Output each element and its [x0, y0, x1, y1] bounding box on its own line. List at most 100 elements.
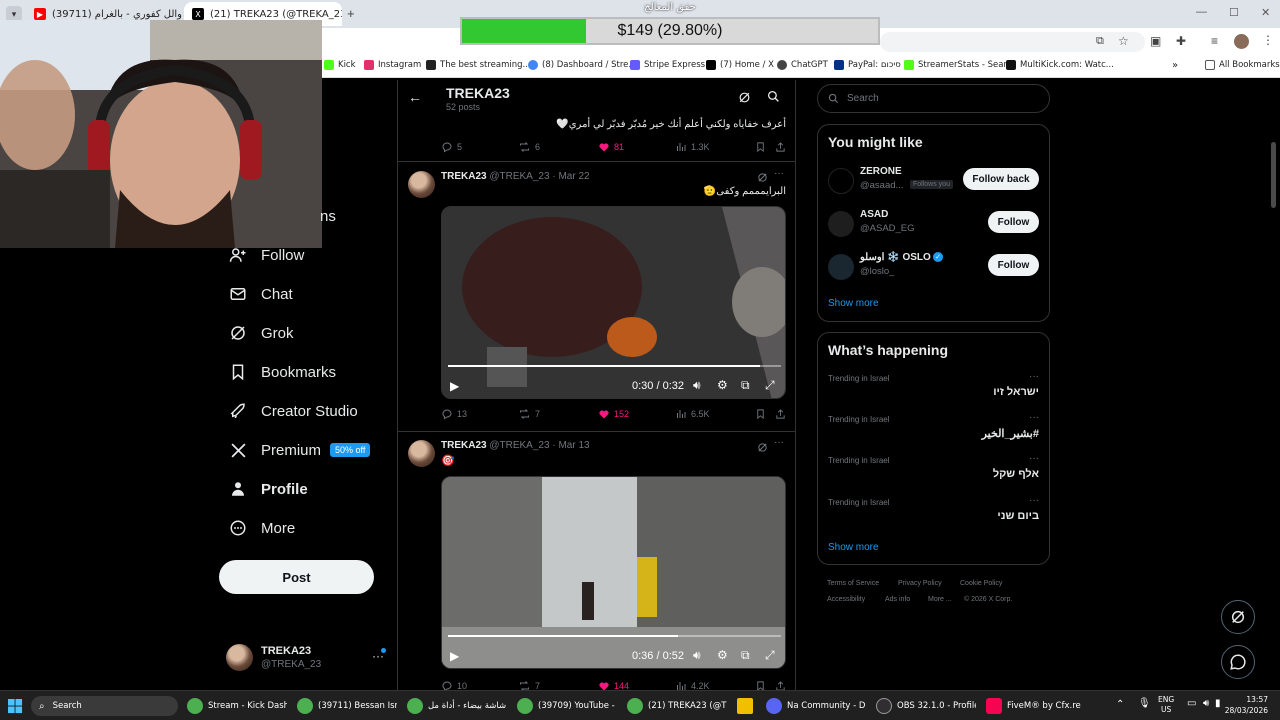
bookmarks-overflow-icon[interactable]: »: [1172, 60, 1178, 71]
language-indicator[interactable]: ENG US: [1158, 695, 1174, 715]
avatar[interactable]: [1234, 34, 1249, 49]
follow-back-button[interactable]: Follow back: [963, 168, 1039, 190]
start-button[interactable]: [8, 696, 23, 716]
more-dots-icon[interactable]: ···: [1029, 453, 1039, 464]
tweet-video[interactable]: ▶ 0:30 / 0:32 🔊︎ ⚙ ⧉ ⤢: [441, 206, 786, 399]
reply-button[interactable]: 5: [441, 141, 462, 153]
repost-button[interactable]: 7: [518, 408, 540, 420]
microphone-icon[interactable]: 🎙︎: [1138, 698, 1151, 709]
like-button[interactable]: 81: [598, 141, 624, 153]
extensions-icon[interactable]: ✚: [1176, 34, 1186, 48]
more-dots-icon[interactable]: ···: [1029, 371, 1039, 382]
avatar[interactable]: [408, 171, 435, 198]
taskbar-app[interactable]: FiveM® by Cfx.re: [986, 696, 1086, 716]
video-progress-bar[interactable]: [448, 635, 781, 637]
reply-button[interactable]: 10: [441, 680, 467, 690]
bookmark-item[interactable]: ChatGPT: [777, 60, 828, 70]
volume-icon[interactable]: 🔊︎: [693, 378, 701, 393]
more-dots-icon[interactable]: ···: [1029, 495, 1039, 506]
footer-link[interactable]: Privacy Policy: [898, 580, 942, 587]
nav-item-partial[interactable]: ns: [320, 208, 336, 225]
bookmark-button[interactable]: [755, 680, 770, 690]
minimize-icon[interactable]: —: [1196, 6, 1207, 18]
taskbar-app[interactable]: [737, 696, 757, 716]
sidepanel-icon[interactable]: ▣: [1150, 34, 1161, 48]
account-switcher[interactable]: TREKA23 @TREKA_23 ···: [226, 644, 386, 674]
footer-link[interactable]: Ads info: [885, 596, 910, 603]
bookmark-item[interactable]: The best streaming...: [426, 60, 531, 70]
back-arrow-icon[interactable]: ←: [408, 89, 422, 105]
tab-list-icon[interactable]: ≡: [1211, 34, 1218, 48]
bookmark-item[interactable]: Stripe Express: [630, 60, 705, 70]
search-icon[interactable]: [767, 90, 780, 108]
all-bookmarks[interactable]: All Bookmarks: [1205, 60, 1280, 70]
bookmark-item[interactable]: Kick: [324, 60, 356, 70]
post-button[interactable]: Post: [219, 560, 374, 594]
suggested-user[interactable]: ASAD @ASAD_EG: [828, 208, 978, 242]
repost-button[interactable]: 6: [518, 141, 540, 153]
nav-item-creator-studio[interactable]: Creator Studio: [228, 401, 358, 421]
taskbar-app[interactable]: (39709) YouTube - Go: [517, 696, 617, 716]
nav-item-more[interactable]: More: [228, 518, 295, 538]
trend-item[interactable]: Trending in Israel ··· #بشير_الخير: [818, 412, 1049, 453]
trend-item[interactable]: Trending in Israel ··· ביום שני: [818, 495, 1049, 536]
avatar[interactable]: [408, 440, 435, 467]
nav-item-follow[interactable]: Follow: [228, 245, 304, 265]
grok-icon[interactable]: [738, 91, 751, 109]
new-tab-button[interactable]: +: [347, 6, 355, 21]
battery-icon[interactable]: ▮: [1215, 698, 1221, 709]
taskbar-app[interactable]: (21) TREKA23 (@TREK: [627, 696, 727, 716]
footer-link[interactable]: Cookie Policy: [960, 580, 1002, 587]
page-scrollbar[interactable]: [1271, 142, 1276, 208]
bookmark-item[interactable]: MultiKick.com: Watc...: [1006, 60, 1114, 70]
like-button[interactable]: 144: [598, 680, 629, 690]
reply-button[interactable]: 13: [441, 408, 467, 420]
menu-dots-icon[interactable]: ⋮: [1262, 33, 1274, 47]
taskbar-app[interactable]: Stream - Kick Dashbo: [187, 696, 287, 716]
tweet-author[interactable]: TREKA23 @TREKA_23 · Mar 22: [441, 171, 590, 182]
suggested-user[interactable]: اوسلو ❄️ OSLO ✓ @loslo_: [828, 251, 978, 285]
tweet[interactable]: TREKA23 @TREKA_23 · Mar 22 ··· البرايممم…: [398, 162, 795, 432]
grok-icon[interactable]: [757, 440, 768, 458]
settings-gear-icon[interactable]: ⚙: [717, 378, 728, 392]
clock[interactable]: 13:57 28/03/2026: [1224, 694, 1268, 716]
tray-chevron-icon[interactable]: ⌃: [1116, 699, 1124, 710]
taskbar-search[interactable]: ⌕ Search: [31, 696, 178, 716]
tweet-video[interactable]: ▶ 0:36 / 0:52 🔊︎ ⚙ ⧉ ⤢: [441, 476, 786, 669]
network-icon[interactable]: ▭: [1187, 698, 1196, 709]
like-button[interactable]: 152: [598, 408, 629, 420]
maximize-icon[interactable]: ☐: [1229, 6, 1239, 19]
nav-item-bookmarks[interactable]: Bookmarks: [228, 362, 336, 382]
volume-icon[interactable]: 🔊︎: [1203, 698, 1209, 709]
pip-icon[interactable]: ⧉: [741, 378, 750, 393]
star-icon[interactable]: ☆: [1118, 34, 1129, 48]
footer-link[interactable]: More ...: [928, 596, 952, 603]
repost-button[interactable]: 7: [518, 680, 540, 690]
footer-link[interactable]: Accessibility: [827, 596, 865, 603]
taskbar-app[interactable]: شاشة بيضاء - أداة مل...: [407, 696, 507, 716]
address-bar[interactable]: [880, 32, 1145, 52]
share-button[interactable]: [775, 408, 790, 420]
pip-icon[interactable]: ⧉: [741, 648, 750, 663]
fullscreen-icon[interactable]: ⤢: [765, 648, 775, 663]
bookmark-item[interactable]: (8) Dashboard / Stre...: [528, 60, 637, 70]
tweet[interactable]: TREKA23 @TREKA_23 · Mar 13 ··· 🎯 ▶ 0:36 …: [398, 432, 795, 690]
bookmark-item[interactable]: Instagram: [364, 60, 421, 70]
nav-item-grok[interactable]: Grok: [228, 323, 294, 343]
nav-item-premium[interactable]: Premium 50% off: [228, 440, 371, 460]
grok-float-button[interactable]: [1221, 600, 1255, 634]
views-button[interactable]: 1.3K: [675, 141, 710, 153]
bookmark-button[interactable]: [755, 408, 770, 420]
bookmark-item[interactable]: PayPal: סיכום: [834, 60, 901, 70]
show-more-link[interactable]: Show more: [828, 542, 879, 553]
trend-item[interactable]: Trending in Israel ··· ישראל זיו: [818, 371, 1049, 412]
fullscreen-icon[interactable]: ⤢: [765, 378, 775, 393]
more-dots-icon[interactable]: ···: [774, 437, 784, 448]
follow-button[interactable]: Follow: [988, 211, 1039, 233]
follow-button[interactable]: Follow: [988, 254, 1039, 276]
more-dots-icon[interactable]: ···: [774, 168, 784, 179]
tweet-author[interactable]: TREKA23 @TREKA_23 · Mar 13: [441, 440, 590, 451]
show-more-link[interactable]: Show more: [828, 298, 879, 309]
views-button[interactable]: 4.2K: [675, 680, 710, 690]
play-icon[interactable]: ▶: [450, 379, 459, 393]
